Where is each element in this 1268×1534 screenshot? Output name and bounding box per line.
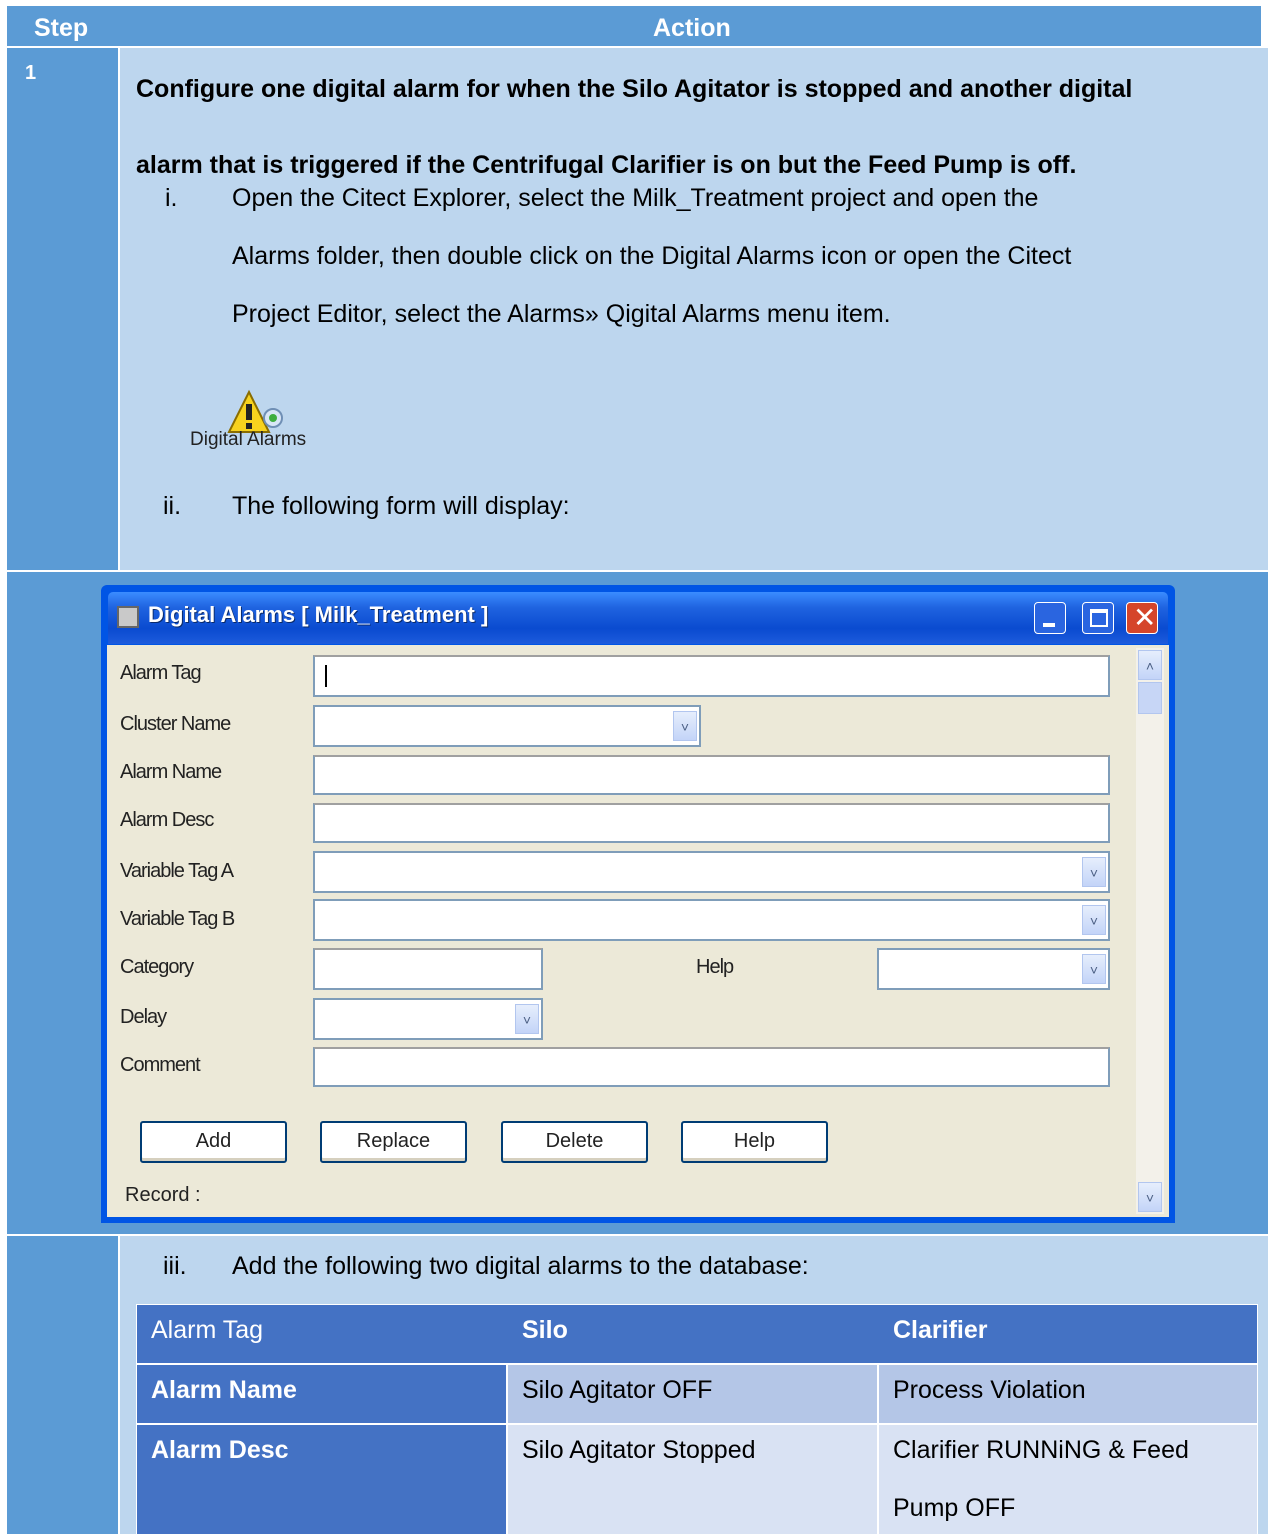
col-clarifier: Clarifier bbox=[893, 1316, 988, 1344]
close-button[interactable]: ✕ bbox=[1126, 602, 1158, 634]
window-app-icon bbox=[117, 606, 139, 628]
cluster-name-select[interactable]: ˅ bbox=[313, 705, 701, 747]
table-header-row: Step Action bbox=[7, 6, 1261, 46]
variable-tag-b-select[interactable]: ˅ bbox=[313, 899, 1110, 941]
alarm-desc-input[interactable] bbox=[313, 803, 1110, 843]
delay-label: Delay bbox=[120, 1006, 167, 1028]
alarm-desc-row-label: Alarm Desc bbox=[151, 1436, 289, 1464]
close-icon: ✕ bbox=[1133, 602, 1157, 633]
item-ii-marker: ii. bbox=[163, 492, 182, 520]
window-titlebar[interactable]: Digital Alarms [ Milk_Treatment ] ✕ bbox=[108, 592, 1168, 644]
alarm-name-input[interactable] bbox=[313, 755, 1110, 795]
comment-label: Comment bbox=[120, 1054, 201, 1076]
silo-alarm-desc: Silo Agitator Stopped bbox=[522, 1436, 756, 1464]
step-cell-1: 1 bbox=[7, 48, 118, 570]
item-ii-text: The following form will display: bbox=[232, 492, 570, 520]
step-heading-line2: alarm that is triggered if the Centrifug… bbox=[136, 151, 1077, 179]
chevron-down-icon[interactable]: ˅ bbox=[1082, 905, 1106, 935]
col-silo: Silo bbox=[522, 1316, 568, 1344]
item-i-line3: Project Editor, select the Alarms» Qigit… bbox=[232, 300, 891, 328]
replace-button[interactable]: Replace bbox=[320, 1121, 467, 1163]
chevron-down-icon[interactable]: ˅ bbox=[673, 711, 697, 741]
help-select[interactable]: ˅ bbox=[877, 948, 1110, 990]
step-number: 1 bbox=[25, 62, 37, 84]
scroll-up-icon[interactable]: ˄ bbox=[1138, 650, 1162, 680]
col-alarm-tag: Alarm Tag bbox=[151, 1316, 264, 1344]
clarifier-alarm-desc-line1: Clarifier RUNNiNG & Feed bbox=[893, 1436, 1189, 1464]
scroll-down-icon[interactable]: ˅ bbox=[1138, 1182, 1162, 1212]
clarifier-alarm-name: Process Violation bbox=[893, 1376, 1086, 1404]
item-iii-text: Add the following two digital alarms to … bbox=[232, 1252, 809, 1280]
add-button[interactable]: Add bbox=[140, 1121, 287, 1163]
item-i-line2: Alarms folder, then double click on the … bbox=[232, 242, 1072, 270]
chevron-down-icon[interactable]: ˅ bbox=[1082, 954, 1106, 984]
help-button[interactable]: Help bbox=[681, 1121, 828, 1163]
minimize-button[interactable] bbox=[1034, 602, 1066, 634]
row-label-alarm-desc: Alarm Desc bbox=[137, 1425, 506, 1534]
vertical-scrollbar[interactable]: ˄ ˅ bbox=[1136, 648, 1164, 1214]
table-cell: Process Violation bbox=[879, 1365, 1257, 1423]
cluster-name-label: Cluster Name bbox=[120, 713, 231, 735]
row-label-alarm-name: Alarm Name bbox=[137, 1365, 506, 1423]
variable-tag-a-select[interactable]: ˅ bbox=[313, 851, 1110, 893]
chevron-down-icon[interactable]: ˅ bbox=[1082, 857, 1106, 887]
maximize-icon bbox=[1090, 609, 1108, 627]
comment-input[interactable] bbox=[313, 1047, 1110, 1087]
alarm-name-row-label: Alarm Name bbox=[151, 1376, 297, 1404]
item-iii-marker: iii. bbox=[163, 1252, 187, 1280]
alarm-tag-label: Alarm Tag bbox=[120, 662, 202, 684]
chevron-down-icon[interactable]: ˅ bbox=[515, 1004, 539, 1034]
delete-button[interactable]: Delete bbox=[501, 1121, 648, 1163]
table-cell: Silo Agitator OFF bbox=[508, 1365, 877, 1423]
window-title: Digital Alarms [ Milk_Treatment ] bbox=[148, 602, 489, 627]
digital-alarms-icon-label: Digital Alarms bbox=[190, 429, 307, 450]
item-i-line1: Open the Citect Explorer, select the Mil… bbox=[232, 184, 1039, 212]
step-cell-3 bbox=[7, 1236, 118, 1534]
table-cell: Clarifier RUNNiNG & Feed Pump OFF bbox=[879, 1425, 1257, 1534]
minimize-icon bbox=[1043, 623, 1055, 627]
alarm-desc-label: Alarm Desc bbox=[120, 809, 214, 831]
variable-tag-b-label: Variable Tag B bbox=[120, 908, 235, 930]
maximize-button[interactable] bbox=[1082, 602, 1114, 634]
step-heading-line1: Configure one digital alarm for when the… bbox=[136, 75, 1133, 103]
record-label: Record : bbox=[125, 1184, 201, 1206]
variable-tag-a-label: Variable Tag A bbox=[120, 860, 234, 882]
scroll-thumb[interactable] bbox=[1138, 682, 1162, 714]
table-cell: Silo Agitator Stopped bbox=[508, 1425, 877, 1534]
alarm-table-header: Alarm Tag Silo Clarifier bbox=[137, 1305, 1257, 1363]
alarm-name-label: Alarm Name bbox=[120, 761, 222, 783]
category-label: Category bbox=[120, 956, 194, 978]
action-column-header: Action bbox=[653, 14, 731, 42]
item-i-marker: i. bbox=[165, 184, 178, 212]
delay-select[interactable]: ˅ bbox=[313, 998, 543, 1040]
step-column-header: Step bbox=[34, 14, 89, 42]
text-cursor bbox=[325, 665, 327, 687]
category-input[interactable] bbox=[313, 948, 543, 990]
silo-alarm-name: Silo Agitator OFF bbox=[522, 1376, 713, 1404]
alarm-tag-input[interactable] bbox=[313, 655, 1110, 697]
clarifier-alarm-desc-line2: Pump OFF bbox=[893, 1494, 1016, 1522]
help-label: Help bbox=[696, 956, 734, 978]
